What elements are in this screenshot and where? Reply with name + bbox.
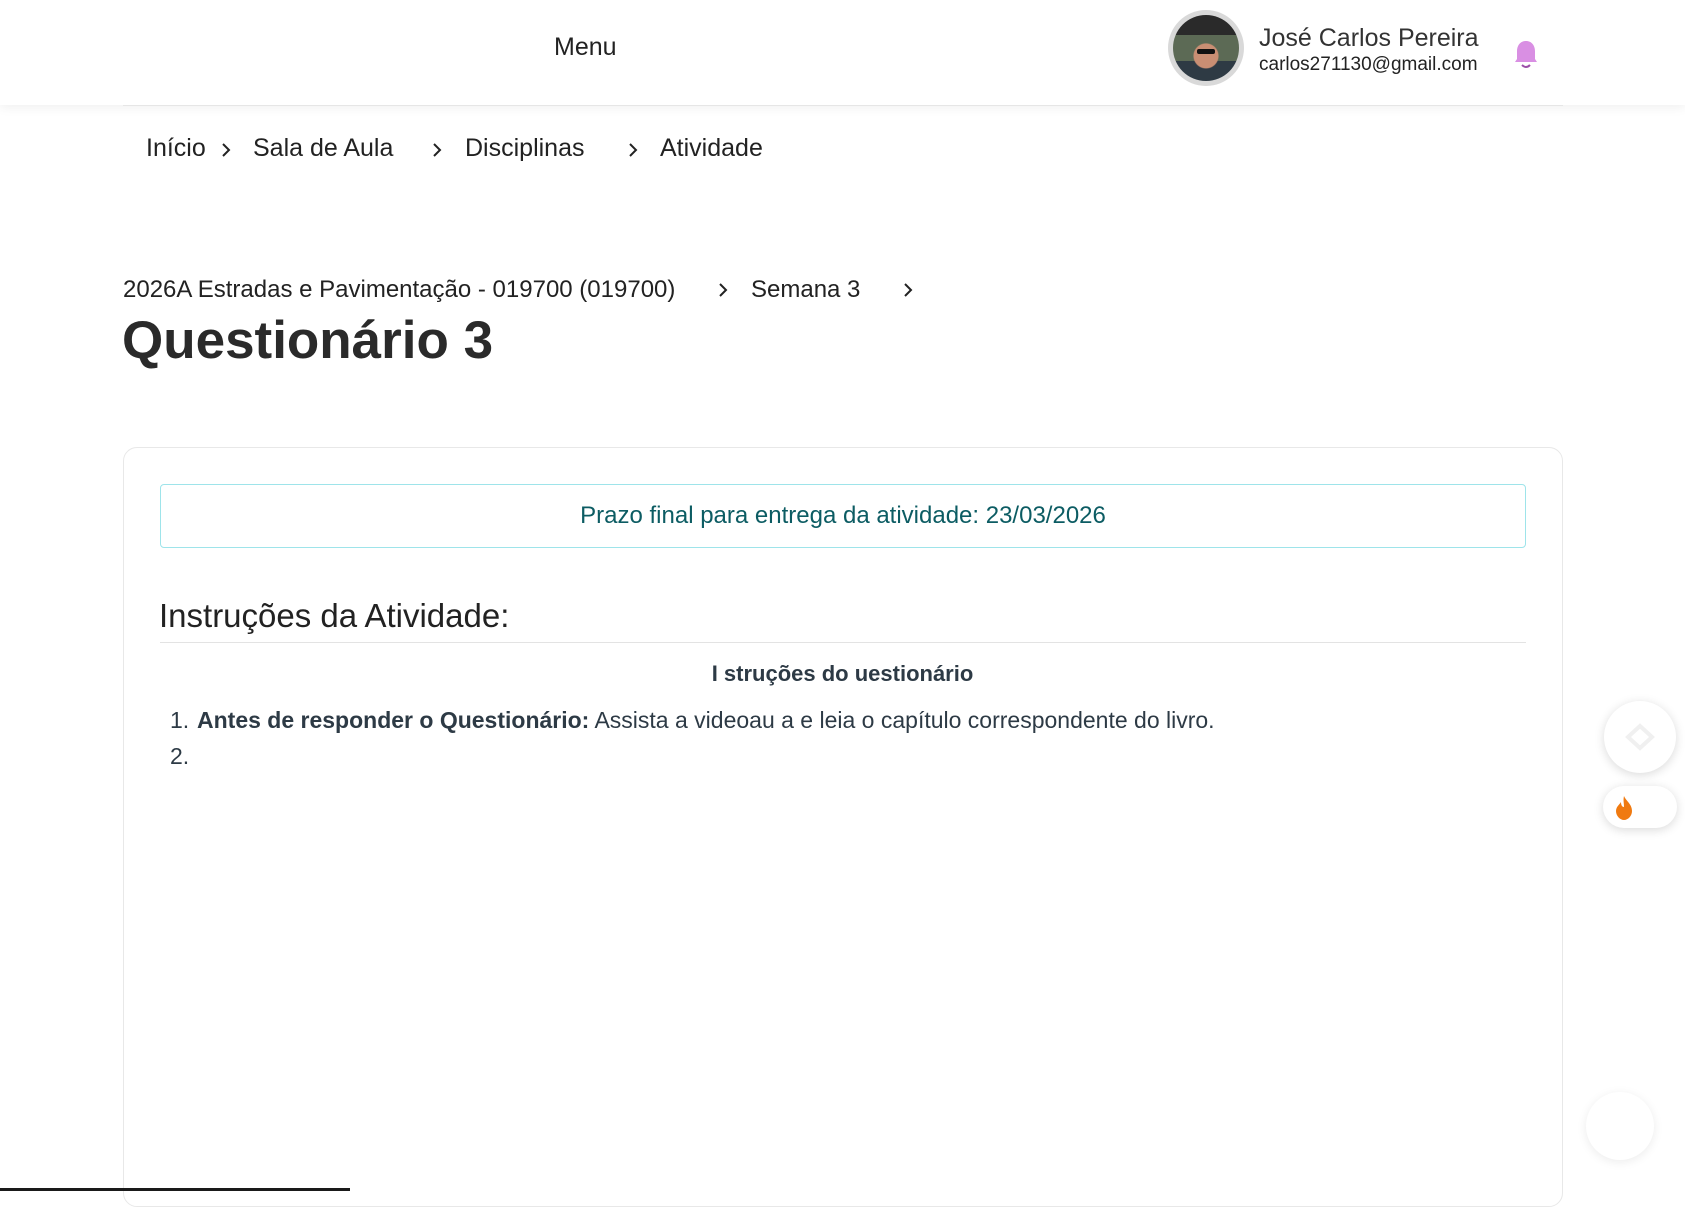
avatar-photo bbox=[1173, 15, 1239, 81]
chevron-right-icon bbox=[629, 143, 638, 157]
floating-assistant-button[interactable] bbox=[1604, 701, 1676, 773]
breadcrumb-inicio[interactable]: Início bbox=[146, 134, 206, 163]
list-item-text: Assista a videoau a e leia o capítulo co… bbox=[589, 707, 1215, 733]
chevron-right-icon bbox=[222, 143, 231, 157]
week-link[interactable]: Semana 3 bbox=[751, 276, 860, 304]
list-number: 2. bbox=[170, 743, 190, 769]
breadcrumb-atividade[interactable]: Atividade bbox=[660, 134, 763, 163]
chat-button[interactable] bbox=[1586, 1092, 1654, 1160]
chevron-right-icon bbox=[433, 143, 442, 157]
bell-icon[interactable] bbox=[1512, 38, 1540, 70]
deadline-text: Prazo final para entrega da atividade: 2… bbox=[580, 502, 1106, 529]
course-name-link[interactable]: 2026A Estradas e Pavimentação - 019700 (… bbox=[123, 276, 675, 304]
menu-button[interactable]: Menu bbox=[554, 33, 617, 62]
header-divider bbox=[123, 105, 1563, 106]
chevron-right-icon bbox=[719, 283, 728, 297]
breadcrumb-disciplinas[interactable]: Disciplinas bbox=[465, 134, 584, 163]
instructions-divider bbox=[160, 642, 1526, 643]
instructions-title: Instruções da Atividade: bbox=[159, 597, 510, 634]
list-item: Antes de responder o Questionário: Assis… bbox=[197, 707, 1215, 734]
user-name: José Carlos Pereira bbox=[1259, 24, 1479, 52]
streak-button[interactable] bbox=[1603, 786, 1677, 828]
deadline-banner: Prazo final para entrega da atividade: 2… bbox=[160, 484, 1526, 548]
flame-icon bbox=[1616, 796, 1632, 820]
breadcrumb-sala-de-aula[interactable]: Sala de Aula bbox=[253, 134, 393, 163]
list-number: 1. bbox=[170, 707, 190, 733]
chevron-right-icon bbox=[904, 283, 913, 297]
diamond-icon bbox=[1625, 723, 1655, 751]
user-email: carlos271130@gmail.com bbox=[1259, 54, 1478, 75]
activity-card bbox=[123, 447, 1563, 1207]
avatar[interactable] bbox=[1168, 10, 1244, 86]
page-title: Questionário 3 bbox=[122, 311, 494, 370]
quiz-instructions-heading: I struções do uestionário bbox=[711, 661, 974, 686]
list-item-bold: Antes de responder o Questionário: bbox=[197, 707, 590, 733]
